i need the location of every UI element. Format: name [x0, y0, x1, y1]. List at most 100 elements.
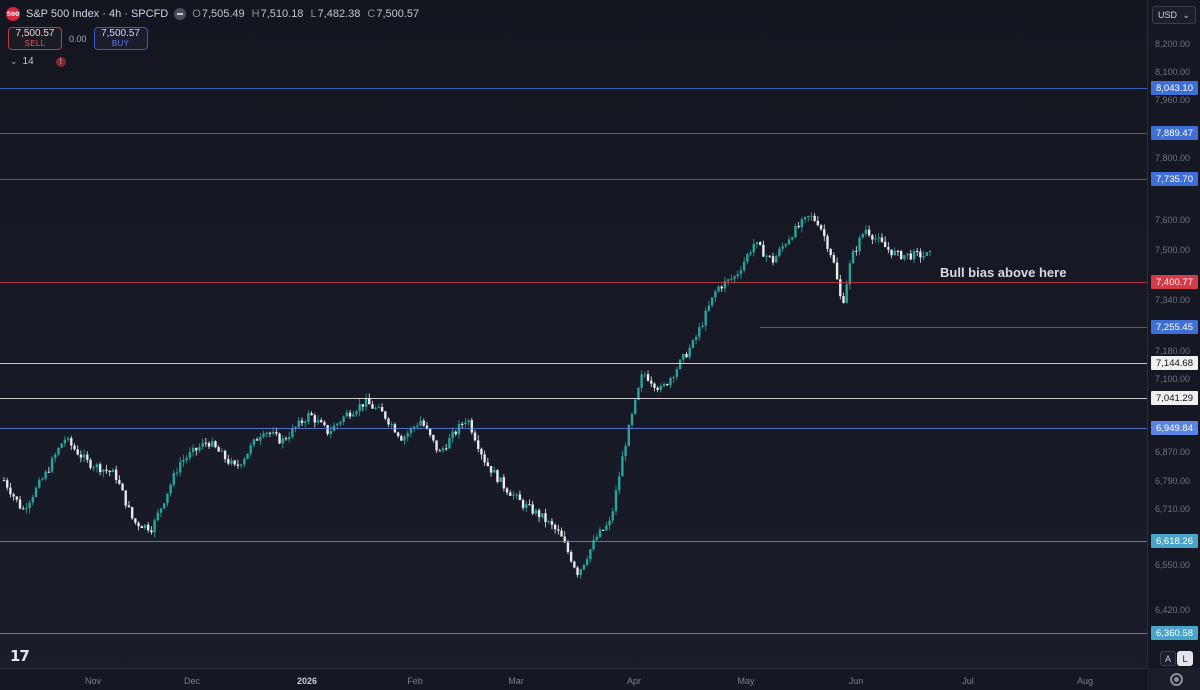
- candle-body[interactable]: [509, 492, 512, 496]
- level-price-tag[interactable]: 7,041.29: [1151, 391, 1198, 405]
- candle-body[interactable]: [691, 339, 695, 348]
- candle-body[interactable]: [233, 460, 236, 465]
- candle-body[interactable]: [662, 384, 666, 386]
- candle-body[interactable]: [239, 464, 243, 466]
- candle-body[interactable]: [531, 504, 534, 514]
- candle-body[interactable]: [227, 459, 230, 464]
- level-line[interactable]: [760, 327, 1147, 328]
- candle-body[interactable]: [688, 347, 691, 358]
- candle-body[interactable]: [630, 413, 634, 426]
- level-line[interactable]: [0, 398, 1147, 399]
- candle-body[interactable]: [124, 490, 127, 506]
- candle-body[interactable]: [714, 291, 717, 298]
- candle-body[interactable]: [236, 464, 240, 466]
- candle-body[interactable]: [899, 251, 903, 260]
- candle-body[interactable]: [255, 439, 259, 441]
- candle-body[interactable]: [191, 447, 195, 453]
- candle-body[interactable]: [746, 254, 749, 262]
- candle-body[interactable]: [685, 353, 688, 358]
- candle-body[interactable]: [396, 432, 400, 437]
- chart-annotation[interactable]: Bull bias above here: [940, 265, 1066, 280]
- candle-body[interactable]: [79, 454, 83, 458]
- candle-body[interactable]: [374, 407, 377, 409]
- gear-icon[interactable]: [1170, 673, 1183, 686]
- candle-body[interactable]: [320, 420, 323, 423]
- candle-body[interactable]: [800, 219, 804, 228]
- candle-body[interactable]: [195, 447, 198, 451]
- candle-body[interactable]: [41, 478, 44, 480]
- candle-body[interactable]: [601, 529, 605, 531]
- candle-body[interactable]: [364, 398, 368, 407]
- candle-body[interactable]: [576, 567, 579, 575]
- candle-body[interactable]: [903, 255, 906, 260]
- candle-body[interactable]: [326, 425, 329, 435]
- warning-icon[interactable]: !: [55, 56, 66, 67]
- candle-body[interactable]: [739, 270, 743, 275]
- candle-body[interactable]: [416, 425, 419, 427]
- candle-body[interactable]: [265, 432, 268, 434]
- candlestick-chart[interactable]: [0, 0, 1147, 668]
- candle-body[interactable]: [675, 369, 679, 377]
- candle-body[interactable]: [893, 250, 896, 256]
- candle-body[interactable]: [650, 380, 653, 384]
- candle-body[interactable]: [656, 387, 659, 390]
- candle-body[interactable]: [880, 237, 884, 242]
- candle-body[interactable]: [883, 241, 887, 248]
- candle-body[interactable]: [118, 479, 121, 484]
- candle-body[interactable]: [768, 255, 771, 257]
- candle-body[interactable]: [877, 237, 880, 239]
- candle-body[interactable]: [358, 404, 361, 412]
- candle-body[interactable]: [617, 476, 621, 491]
- candle-body[interactable]: [281, 438, 284, 444]
- candle-body[interactable]: [832, 255, 836, 263]
- candle-body[interactable]: [646, 374, 650, 381]
- chart-canvas[interactable]: 500 S&P 500 Index · 4h · SPCFD O7,505.49…: [0, 0, 1200, 690]
- candle-body[interactable]: [791, 237, 794, 240]
- candle-body[interactable]: [159, 508, 163, 513]
- candle-body[interactable]: [47, 471, 51, 473]
- candle-body[interactable]: [496, 470, 499, 482]
- candle-body[interactable]: [547, 521, 550, 523]
- candle-body[interactable]: [537, 510, 541, 518]
- candle-body[interactable]: [720, 286, 723, 289]
- level-line[interactable]: [0, 541, 1147, 542]
- candle-body[interactable]: [448, 438, 451, 449]
- candle-body[interactable]: [758, 242, 762, 245]
- candle-body[interactable]: [794, 225, 797, 238]
- candle-body[interactable]: [486, 462, 490, 467]
- candle-body[interactable]: [666, 384, 669, 386]
- candle-body[interactable]: [211, 441, 214, 447]
- candle-body[interactable]: [781, 246, 784, 249]
- candle-body[interactable]: [483, 454, 486, 463]
- candle-body[interactable]: [278, 433, 281, 444]
- candle-body[interactable]: [851, 250, 855, 264]
- candle-body[interactable]: [678, 359, 682, 370]
- candle-body[interactable]: [230, 460, 233, 464]
- candle-body[interactable]: [842, 296, 845, 303]
- candle-body[interactable]: [441, 448, 445, 451]
- candle-body[interactable]: [557, 529, 560, 531]
- candle-body[interactable]: [339, 421, 342, 424]
- level-line[interactable]: [0, 363, 1147, 364]
- candle-body[interactable]: [707, 305, 711, 311]
- candle-body[interactable]: [457, 423, 461, 435]
- candle-body[interactable]: [102, 469, 105, 473]
- candle-body[interactable]: [608, 520, 611, 526]
- level-price-tag[interactable]: 7,400.77: [1151, 275, 1198, 289]
- candle-body[interactable]: [874, 238, 877, 240]
- candle-body[interactable]: [560, 530, 563, 537]
- candle-body[interactable]: [246, 453, 249, 459]
- candle-body[interactable]: [867, 229, 871, 236]
- candle-body[interactable]: [614, 490, 618, 512]
- candle-body[interactable]: [18, 499, 22, 509]
- candle-body[interactable]: [323, 422, 326, 426]
- symbol-title[interactable]: S&P 500 Index · 4h · SPCFD: [26, 8, 168, 20]
- candle-body[interactable]: [368, 398, 371, 405]
- candle-body[interactable]: [34, 487, 38, 497]
- candle-body[interactable]: [489, 466, 493, 473]
- candle-body[interactable]: [262, 433, 265, 437]
- candle-body[interactable]: [137, 522, 140, 527]
- candle-body[interactable]: [505, 488, 509, 493]
- candle-body[interactable]: [925, 252, 928, 256]
- candle-body[interactable]: [9, 487, 12, 495]
